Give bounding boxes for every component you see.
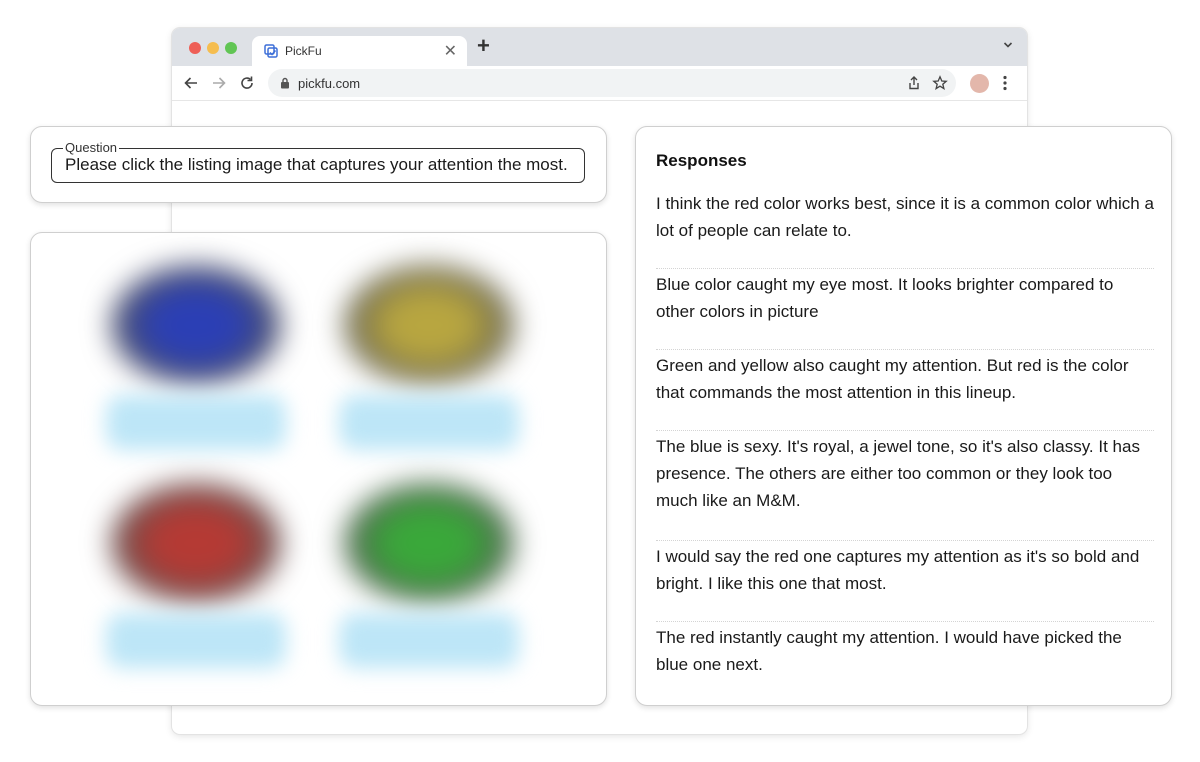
response-item: The red instantly caught my attention. I… [656, 628, 1122, 674]
blurred-product-label [106, 395, 286, 450]
lock-icon [281, 77, 289, 89]
back-arrow-icon[interactable] [182, 74, 200, 92]
blurred-product-label [106, 613, 286, 668]
tab-bar: PickFu ✕ + [172, 28, 1027, 66]
window-close-button[interactable] [189, 42, 201, 54]
window-maximize-button[interactable] [225, 42, 237, 54]
reload-icon[interactable] [238, 74, 256, 92]
profile-avatar[interactable] [970, 74, 989, 93]
forward-arrow-icon[interactable] [210, 74, 228, 92]
pickfu-favicon-icon [264, 44, 278, 58]
new-tab-icon[interactable]: + [477, 35, 490, 57]
blurred-product-label [339, 395, 519, 450]
question-field: Question Please click the listing image … [51, 140, 585, 183]
blurred-product-label [339, 613, 519, 668]
response-item: The blue is sexy. It's royal, a jewel to… [656, 431, 1154, 541]
star-icon[interactable] [932, 75, 948, 91]
url-text: pickfu.com [298, 76, 361, 91]
listing-image-red[interactable] [81, 473, 311, 673]
blurred-product-image [344, 265, 514, 385]
question-card: Question Please click the listing image … [30, 126, 607, 203]
listing-images-card [30, 232, 607, 706]
listing-image-yellow[interactable] [314, 255, 544, 455]
blurred-product-image [111, 483, 281, 603]
blurred-product-image [111, 265, 281, 385]
response-item: Green and yellow also caught my attentio… [656, 350, 1154, 431]
listing-image-blue[interactable] [81, 255, 311, 455]
more-menu-icon[interactable] [1003, 75, 1007, 91]
question-text: Please click the listing image that capt… [65, 155, 568, 174]
responses-card: Responses I think the red color works be… [635, 126, 1172, 706]
question-label: Question [63, 140, 120, 155]
listing-image-green[interactable] [314, 473, 544, 673]
address-bar[interactable]: pickfu.com [268, 69, 956, 97]
tab-title: PickFu [285, 44, 322, 58]
blurred-product-image [344, 483, 514, 603]
share-icon[interactable] [906, 75, 922, 91]
chevron-down-icon[interactable] [1003, 40, 1013, 50]
response-item: I think the red color works best, since … [656, 188, 1154, 269]
browser-tab[interactable]: PickFu ✕ [252, 36, 467, 66]
close-tab-icon[interactable]: ✕ [444, 41, 457, 61]
responses-heading: Responses [656, 151, 747, 170]
responses-list: I think the red color works best, since … [656, 188, 1154, 703]
browser-toolbar: pickfu.com [172, 66, 1027, 101]
window-minimize-button[interactable] [207, 42, 219, 54]
response-item: I would say the red one captures my atte… [656, 541, 1154, 622]
response-item: Blue color caught my eye most. It looks … [656, 269, 1154, 350]
